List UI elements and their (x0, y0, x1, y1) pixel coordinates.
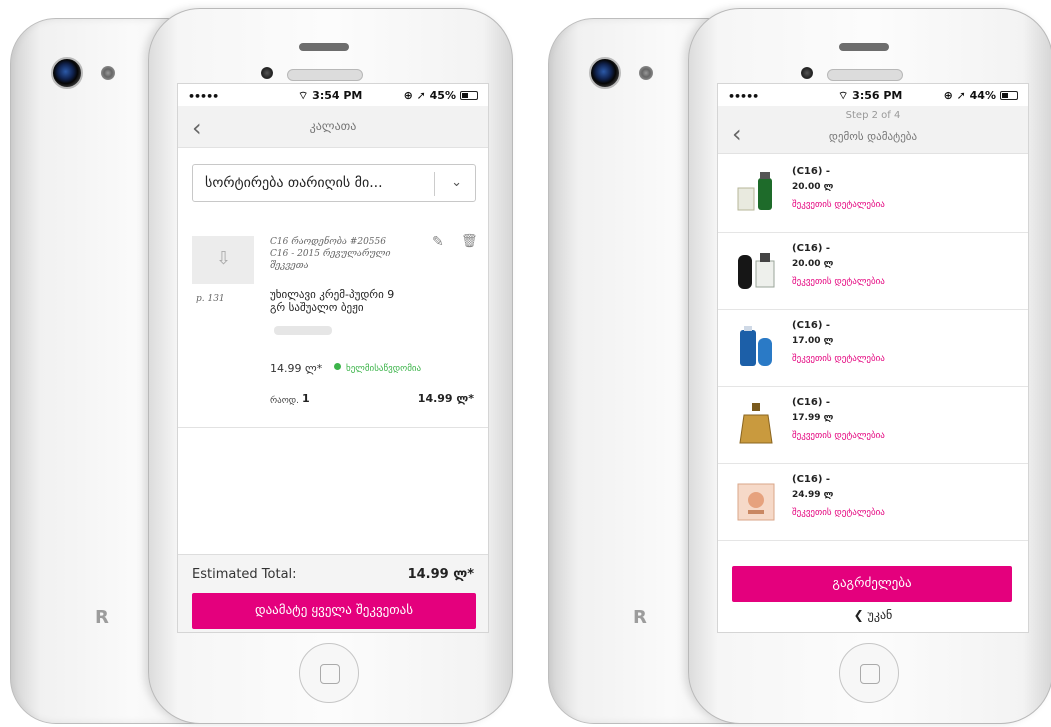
status-bar: ••••• ⌔ 3:56 PM ⊕ ➚ 44% (718, 84, 1028, 106)
trash-icon[interactable]: 🗑 (461, 234, 478, 249)
battery-percent: ⊕ ➚ 45% (403, 89, 456, 102)
product-price: 17.00 ლ (792, 336, 834, 346)
front-camera-icon (261, 67, 273, 79)
product-price: 17.99 ლ (792, 413, 834, 423)
product-row: (C16) - 20.00 ლ შეკვეთის დეტალებია (718, 233, 1028, 310)
page-title: დემოს დამატება (828, 130, 918, 143)
product-name: უხილავი კრემ-პუდრი 9 გრ საშუალო ბეჟი (270, 288, 450, 314)
earpiece-icon (287, 69, 363, 81)
product-row: (C16) - 17.00 ლ შეკვეთის დეტალებია (718, 310, 1028, 387)
product-price: 20.00 ლ (792, 182, 834, 192)
status-time: ⌔ 3:54 PM (298, 89, 363, 102)
product-title: (C16) - (792, 474, 831, 485)
product-row: (C16) - 24.99 ლ შეკვეთის დეტალებია (718, 464, 1028, 541)
speaker-icon (839, 43, 889, 51)
quantity-label: რაოდ. (270, 396, 300, 406)
chevron-left-icon: ❮ (853, 608, 868, 622)
product-name-line-1: უხილავი კრემ-პუდრი 9 (270, 288, 395, 301)
estimated-total-value: 14.99 ლ* (407, 567, 474, 582)
pencil-icon[interactable]: ✎ (432, 234, 444, 250)
battery-icon (1000, 91, 1018, 100)
demo-header: Step 2 of 4 ‹ დემოს დამატება (718, 106, 1028, 154)
product-name-line-2: გრ საშუალო ბეჟი (270, 301, 364, 314)
cart-item: ⇩ p. 131 C16 რაოდენობა #20556 C16 - 2015… (178, 218, 488, 428)
estimated-total-label: Estimated Total: (192, 567, 297, 582)
rear-camera-icon (589, 57, 621, 89)
order-details-link[interactable]: შეკვეთის დეტალებია (792, 277, 885, 287)
page-reference: p. 131 (196, 294, 225, 304)
product-row: (C16) - 17.99 ლ შეკვეთის დეტალებია (718, 387, 1028, 464)
speaker-icon (299, 43, 349, 51)
chevron-down-icon[interactable]: ⌄ (451, 175, 462, 190)
flash-icon (101, 66, 115, 80)
order-details-link[interactable]: შეკვეთის დეტალებია (792, 200, 885, 210)
cart-header: ‹ კალათა (178, 106, 488, 148)
front-camera-icon (801, 67, 813, 79)
status-bar: ••••• ⌔ 3:54 PM ⊕ ➚ 45% (178, 84, 488, 106)
pink-box-thumbnail (737, 483, 775, 521)
sort-divider (434, 172, 435, 196)
home-button[interactable] (839, 643, 899, 703)
earpiece-icon (827, 69, 903, 81)
item-price: 14.99 ლ* (270, 362, 323, 375)
order-details-link[interactable]: შეკვეთის დეტალებია (792, 431, 885, 441)
battery-level (462, 93, 469, 98)
add-all-button[interactable]: დაამატე ყველა შეკვეთას (192, 593, 476, 629)
status-time: ⌔ 3:56 PM (838, 89, 903, 102)
back-logo-icon: R (633, 607, 647, 628)
product-title: (C16) - (792, 397, 831, 408)
availability-status: ხელმისაწვდომია (346, 364, 422, 374)
blue-bottle-thumbnail (740, 326, 772, 366)
gold-perfume-thumbnail (739, 403, 773, 444)
sort-dropdown[interactable]: სორტირება თარიღის მი... ⌄ (192, 164, 476, 202)
home-button[interactable] (299, 643, 359, 703)
phone-front-right: ••••• ⌔ 3:56 PM ⊕ ➚ 44% Step 2 of 4 ‹ დე… (688, 8, 1051, 724)
product-row: (C16) - 20.00 ლ შეკვეთის დეტალებია (718, 156, 1028, 233)
blurred-text (274, 326, 332, 335)
availability-dot-icon (334, 363, 341, 370)
flash-icon (639, 66, 653, 80)
signal-icon: ••••• (728, 90, 759, 103)
campaign-line-1: C16 რაოდენობა #20556 (270, 237, 386, 247)
battery-icon (460, 91, 478, 100)
signal-icon: ••••• (188, 90, 219, 103)
line-total: 14.99 ლ* (417, 392, 474, 405)
product-title: (C16) - (792, 243, 831, 254)
order-details-link[interactable]: შეკვეთის დეტალებია (792, 508, 885, 518)
campaign-info: C16 რაოდენობა #20556 C16 - 2015 რეგულარუ… (270, 236, 430, 272)
step-indicator: Step 2 of 4 (845, 110, 901, 121)
product-title: (C16) - (792, 320, 831, 331)
demo-screen: ••••• ⌔ 3:56 PM ⊕ ➚ 44% Step 2 of 4 ‹ დე… (717, 83, 1029, 633)
continue-button[interactable]: გაგრძელება (732, 566, 1012, 602)
stage: R ••••• ⌔ 3:54 PM ⊕ ➚ 45% ‹ კალათა სორტი… (0, 0, 1051, 727)
back-link-label: უკან (867, 608, 893, 622)
back-logo-icon: R (95, 607, 109, 628)
back-link[interactable]: ❮ უკან (718, 608, 1028, 622)
product-title: (C16) - (792, 166, 831, 177)
cart-footer: Estimated Total: 14.99 ლ* დაამატე ყველა … (178, 554, 488, 632)
battery-level (1002, 93, 1009, 98)
rear-camera-icon (51, 57, 83, 89)
sort-label: სორტირება თარიღის მი... (205, 175, 383, 191)
phone-front-left: ••••• ⌔ 3:54 PM ⊕ ➚ 45% ‹ კალათა სორტირე… (148, 8, 513, 724)
quantity-value[interactable]: 1 (302, 392, 310, 405)
battery-percent: ⊕ ➚ 44% (943, 89, 996, 102)
download-icon: ⇩ (216, 248, 232, 269)
green-perfume-thumbnail (737, 172, 772, 211)
cart-screen: ••••• ⌔ 3:54 PM ⊕ ➚ 45% ‹ კალათა სორტირე… (177, 83, 489, 633)
order-details-link[interactable]: შეკვეთის დეტალებია (792, 354, 885, 364)
product-price: 20.00 ლ (792, 259, 834, 269)
product-price: 24.99 ლ (792, 490, 834, 500)
black-deodorant-thumbnail (738, 253, 775, 289)
campaign-line-2: C16 - 2015 რეგულარული შეკვეთა (270, 249, 391, 271)
product-image-placeholder: ⇩ (192, 236, 254, 284)
page-title: კალათა (309, 119, 357, 133)
